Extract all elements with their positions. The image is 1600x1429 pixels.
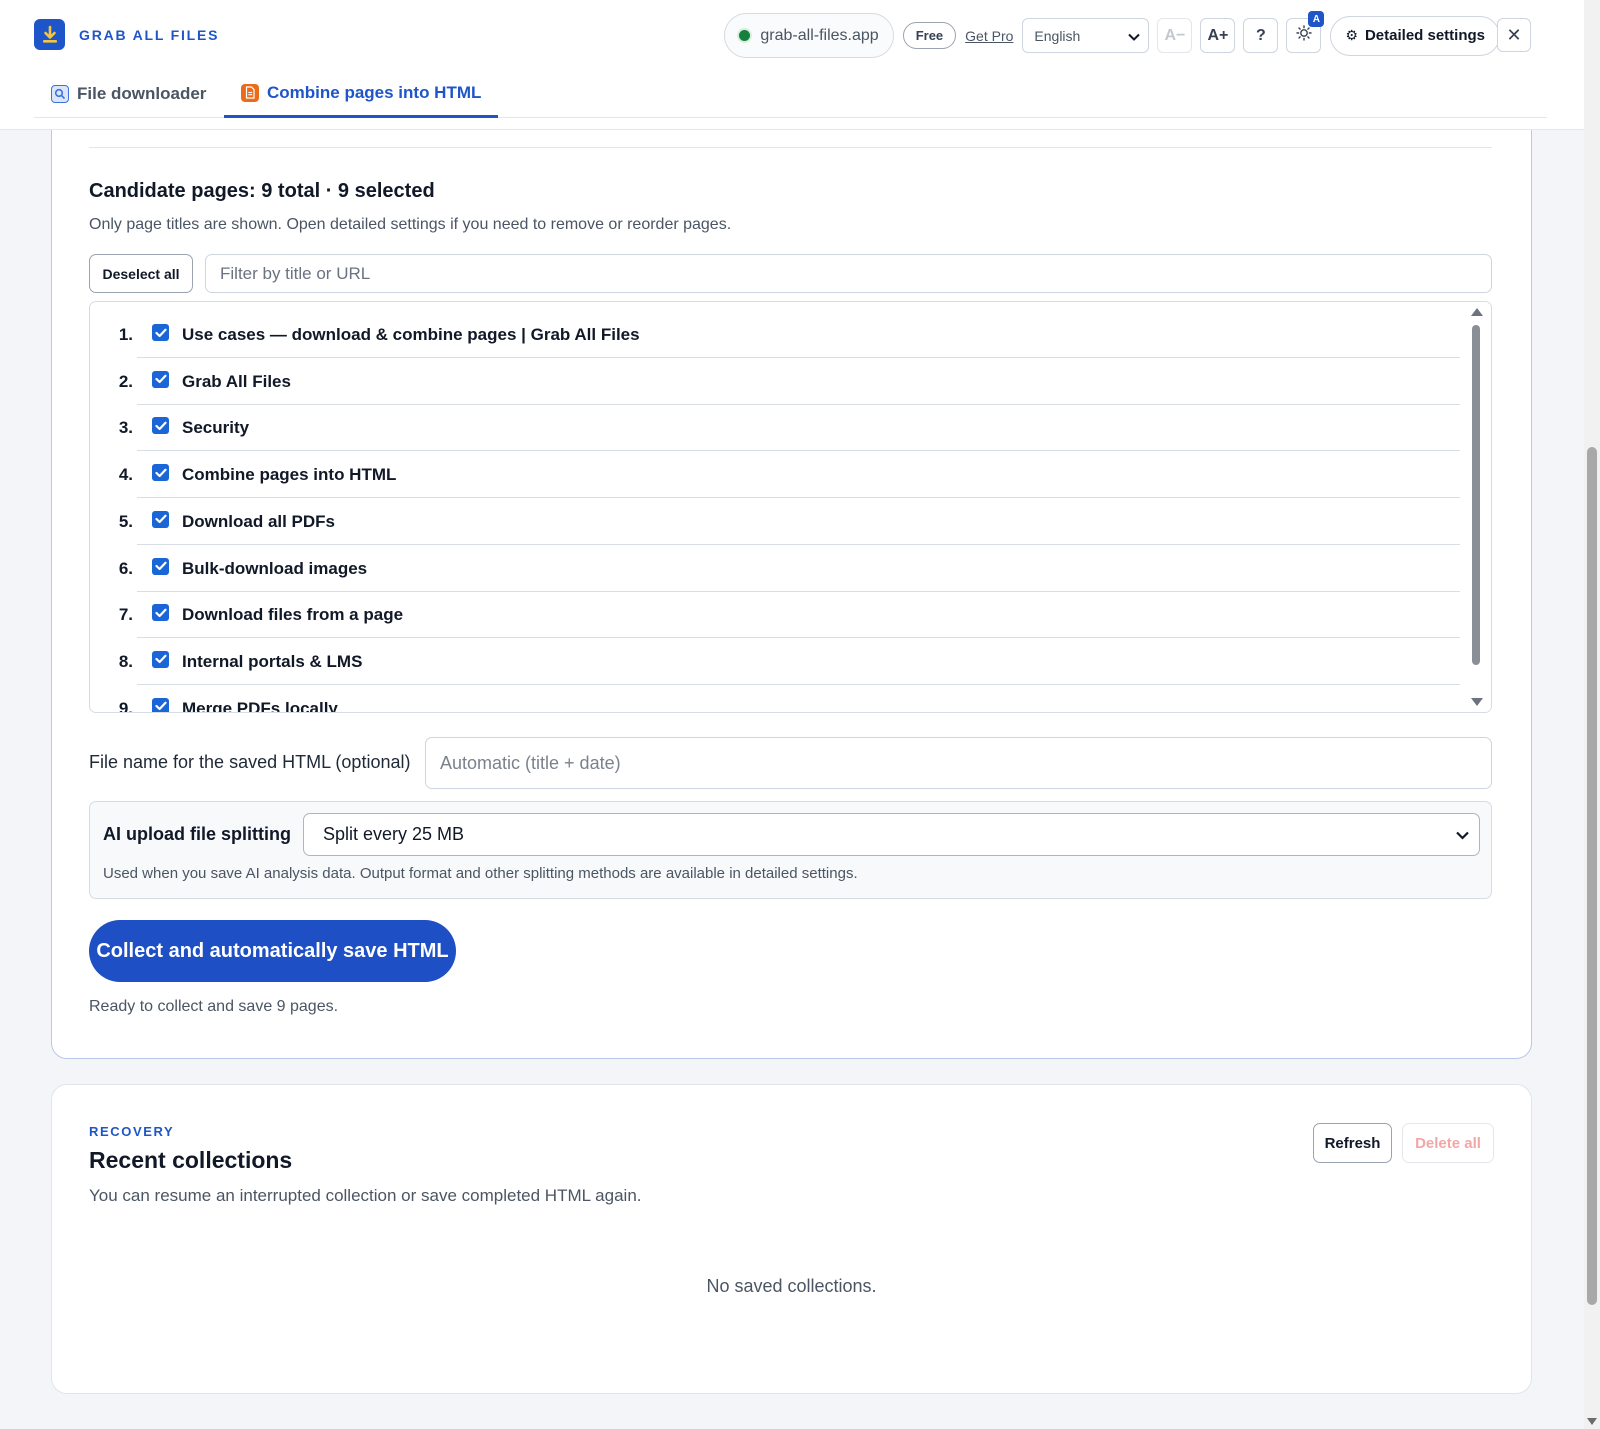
auto-theme-badge: A [1308,11,1325,27]
tab-label: File downloader [77,84,207,103]
split-label: AI upload file splitting [103,824,291,844]
page-number: 2. [118,371,133,391]
scroll-up-arrow-icon[interactable] [1471,308,1483,316]
toolbar: grab-all-files.app Free Get Pro English … [724,11,1500,58]
chevron-down-icon [1456,824,1469,845]
domain-pill: grab-all-files.app [724,13,894,58]
empty-state-text: No saved collections. [706,1276,877,1296]
detailed-settings-button[interactable]: ⚙ Detailed settings [1330,15,1500,56]
tab-combine-pages[interactable]: Combine pages into HTML [224,70,499,118]
page-number: 1. [118,325,133,344]
tab-bar: File downloader Combine pages into HTML [34,70,1547,118]
domain-label: grab-all-files.app [760,26,879,44]
page-title: Merge PDFs locally [182,698,338,713]
page-number: 5. [118,511,133,531]
tab-label: Combine pages into HTML [267,82,482,102]
theme-toggle-button[interactable]: A [1286,11,1325,53]
refresh-button[interactable]: Refresh [1313,1123,1392,1163]
page-list-item[interactable]: 5. Download all PDFs [90,498,1460,545]
split-value: Split every 25 MB [323,824,465,844]
status-dot-icon [739,30,751,41]
recovery-kicker: RECOVERY [89,1124,175,1139]
close-button[interactable]: ✕ [1497,18,1531,52]
plan-badge: Free [902,22,957,49]
page-list-item[interactable]: 9. Merge PDFs locally [90,685,1460,713]
help-button[interactable]: ? [1243,18,1279,53]
page-title: Download files from a page [182,605,404,625]
page-number: 8. [118,651,133,671]
language-select[interactable]: English [1022,18,1150,53]
page-title: Use cases — download & combine pages | G… [182,325,640,344]
download-logo-icon [34,19,65,50]
page-scrollbar-thumb[interactable] [1587,447,1597,1305]
deselect-all-button[interactable]: Deselect all [89,254,193,293]
scrollbar-thumb[interactable] [1472,325,1480,665]
gear-icon: ⚙ [1345,27,1358,43]
page-checkbox[interactable] [152,697,169,712]
page-checkbox[interactable] [152,324,169,341]
candidate-page-list[interactable]: 1. Use cases — download & combine pages |… [89,301,1492,713]
page-list-item[interactable]: 1. Use cases — download & combine pages |… [90,311,1460,358]
font-increase-button[interactable]: A+ [1200,18,1236,53]
font-decrease-button[interactable]: A− [1157,18,1193,53]
page-list-item[interactable]: 2. Grab All Files [90,358,1460,405]
delete-all-button[interactable]: Delete all [1402,1123,1494,1163]
chevron-down-icon [1128,28,1141,44]
sun-icon [1296,25,1312,46]
page-number: 7. [118,605,133,625]
filter-input[interactable] [205,254,1492,293]
page-checkbox[interactable] [152,464,169,482]
app-header: GRAB ALL FILES grab-all-files.app Free G… [0,0,1584,130]
page-checkbox[interactable] [152,417,169,435]
recovery-note: You can resume an interrupted collection… [89,1186,642,1205]
page-title: Internal portals & LMS [182,651,363,671]
file-name-input[interactable] [425,737,1492,789]
get-pro-link[interactable]: Get Pro [965,28,1013,44]
page-title: Grab All Files [182,371,291,391]
page-number: 4. [118,465,133,485]
brand: GRAB ALL FILES [34,19,219,50]
search-icon [51,85,69,103]
candidate-pages-note: Only page titles are shown. Open detaile… [89,216,732,233]
scroll-down-arrow-icon[interactable] [1471,698,1483,706]
candidate-pages-title: Candidate pages: 9 total · 9 selected [89,180,435,202]
page-number: 9. [118,698,133,713]
split-select[interactable]: Split every 25 MB [303,813,1480,856]
page-title: Download all PDFs [182,511,336,531]
recovery-title: Recent collections [89,1147,293,1173]
recovery-card: RECOVERY Recent collections You can resu… [51,1084,1532,1394]
document-icon [241,83,259,102]
combine-card: Candidate pages: 9 total · 9 selected On… [51,100,1532,1059]
page-list-item[interactable]: 4. Combine pages into HTML [90,451,1460,499]
list-scrollbar[interactable] [1466,302,1491,712]
language-value: English [1034,27,1081,44]
page-title: Combine pages into HTML [182,465,397,485]
page-list-item[interactable]: 7. Download files from a page [90,591,1460,639]
page-title: Security [182,418,250,438]
page-scrollbar[interactable] [1584,0,1600,1429]
page-title: Bulk-download images [182,558,368,578]
page-checkbox[interactable] [152,650,169,668]
scroll-down-arrow-icon[interactable] [1587,1418,1597,1425]
page-list-item[interactable]: 6. Bulk-download images [90,545,1460,592]
file-name-label: File name for the saved HTML (optional) [89,752,411,772]
page-checkbox[interactable] [152,510,169,528]
divider [89,147,1492,148]
collect-save-button[interactable]: Collect and automatically save HTML [89,920,456,982]
page-list-item[interactable]: 3. Security [90,404,1460,452]
page-number: 6. [118,558,133,578]
split-settings-box: AI upload file splitting Split every 25 … [89,801,1492,899]
detailed-settings-label: Detailed settings [1364,27,1485,44]
page-checkbox[interactable] [152,557,169,575]
brand-name: GRAB ALL FILES [79,26,220,43]
page-number: 3. [118,418,133,438]
page-list-item[interactable]: 8. Internal portals & LMS [90,638,1460,685]
page-checkbox[interactable] [152,370,169,388]
tab-file-downloader[interactable]: File downloader [51,70,206,118]
status-text: Ready to collect and save 9 pages. [89,998,339,1015]
page-checkbox[interactable] [152,604,169,622]
split-note: Used when you save AI analysis data. Out… [103,865,858,882]
